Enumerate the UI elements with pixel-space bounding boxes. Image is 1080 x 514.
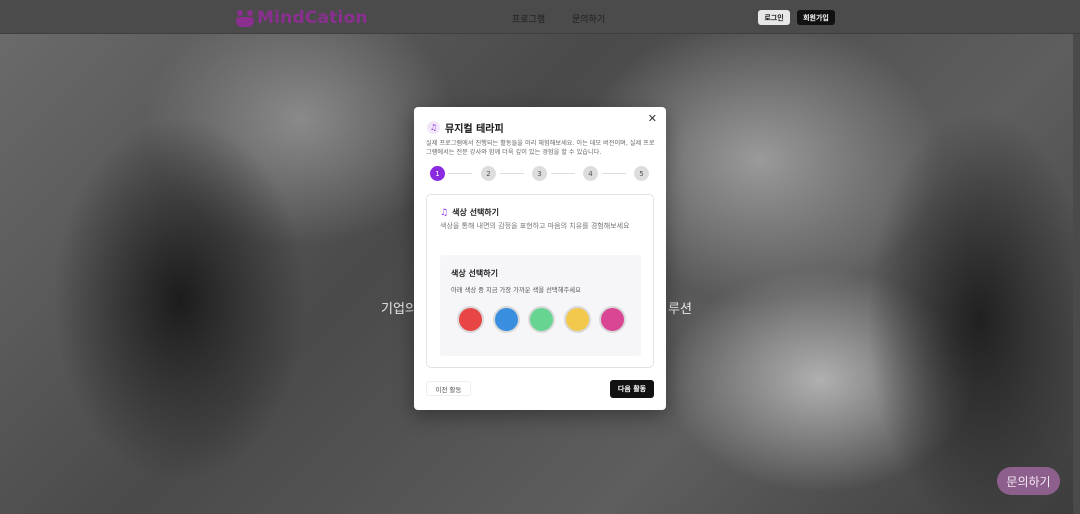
next-activity-button[interactable]: 다음 활동 — [610, 380, 654, 398]
music-note-icon: ♫ — [427, 121, 440, 134]
step-progress: 1 2 3 4 5 — [430, 166, 650, 182]
top-navbar: MindCation 프로그램 문의하기 로그인 회원가입 — [0, 0, 1080, 34]
color-swatch-red[interactable] — [457, 306, 484, 333]
modal-title: 뮤지컬 테라피 — [445, 124, 504, 135]
step-1[interactable]: 1 — [430, 166, 445, 181]
previous-activity-button[interactable]: 이전 활동 — [426, 381, 471, 396]
step-connector — [448, 173, 472, 174]
nav-link-contact[interactable]: 문의하기 — [572, 12, 605, 25]
color-swatch-green[interactable] — [528, 306, 555, 333]
music-note-icon: ♫ — [440, 207, 449, 218]
login-button[interactable]: 로그인 — [758, 10, 790, 25]
step-4[interactable]: 4 — [583, 166, 598, 181]
modal-header: ♫ 뮤지컬 테라피 — [427, 120, 504, 135]
modal-description: 실제 프로그램에서 진행되는 활동들을 미리 체험해보세요. 이는 데모 버전이… — [426, 140, 655, 156]
therapy-demo-modal: ✕ ♫ 뮤지컬 테라피 실제 프로그램에서 진행되는 활동들을 미리 체험해보세… — [414, 107, 666, 410]
color-picker-panel: 색상 선택하기 아래 색상 중 지금 가장 가까운 색을 선택해주세요 — [440, 255, 641, 356]
activity-header: ♫ 색상 선택하기 — [440, 207, 499, 218]
hero-text-left: 기업의 — [381, 302, 417, 317]
step-connector — [602, 173, 626, 174]
close-icon[interactable]: ✕ — [648, 113, 657, 124]
color-swatch-blue[interactable] — [493, 306, 520, 333]
activity-card: ♫ 색상 선택하기 색상을 통해 내면의 감정을 표현하고 마음의 치유를 경험… — [426, 194, 654, 368]
color-swatch-pink[interactable] — [599, 306, 626, 333]
color-picker-title: 색상 선택하기 — [451, 269, 498, 278]
scrollbar-track[interactable] — [1073, 34, 1080, 514]
hero-text-right: 루션 — [668, 302, 692, 317]
step-connector — [551, 173, 575, 174]
color-swatches — [457, 306, 627, 334]
nav-link-programs[interactable]: 프로그램 — [512, 12, 545, 25]
brand-logo[interactable]: MindCation — [236, 8, 368, 28]
step-2[interactable]: 2 — [481, 166, 496, 181]
color-picker-instruction: 아래 색상 중 지금 가장 가까운 색을 선택해주세요 — [451, 287, 581, 294]
color-swatch-yellow[interactable] — [564, 306, 591, 333]
step-connector — [500, 173, 524, 174]
step-3[interactable]: 3 — [532, 166, 547, 181]
step-5[interactable]: 5 — [634, 166, 649, 181]
activity-title: 색상 선택하기 — [452, 208, 500, 217]
signup-button[interactable]: 회원가입 — [797, 10, 835, 25]
activity-description: 색상을 통해 내면의 감정을 표현하고 마음의 치유를 경험해보세요 — [440, 222, 630, 230]
people-logo-icon — [236, 9, 254, 27]
floating-contact-button[interactable]: 문의하기 — [997, 467, 1060, 495]
brand-name: MindCation — [257, 8, 368, 28]
